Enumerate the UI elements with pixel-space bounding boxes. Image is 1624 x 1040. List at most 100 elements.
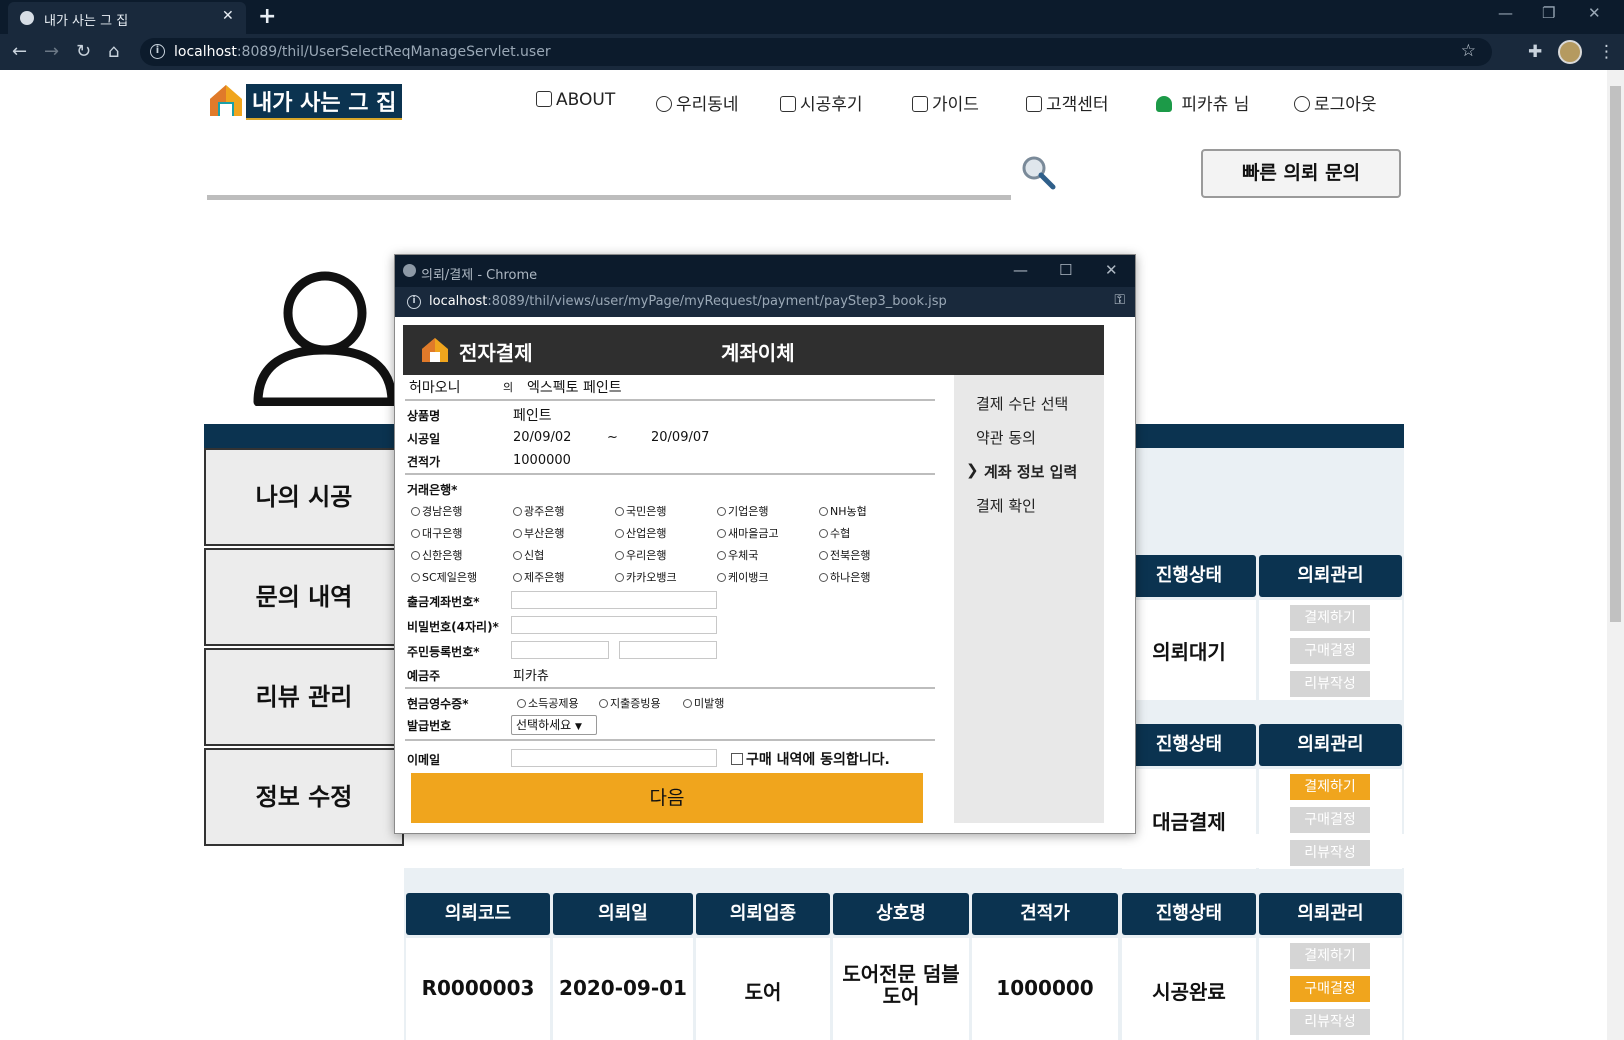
payment-popup-window: 의뢰/결제 - Chrome — ☐ ✕ i localhost:8089/th… bbox=[394, 254, 1136, 834]
extensions-icon[interactable]: ✚ bbox=[1528, 42, 1542, 62]
bank-option[interactable]: SC제일은행 bbox=[411, 569, 477, 585]
menu-icon[interactable]: ⋮ bbox=[1598, 42, 1615, 62]
product-label: 상품명 bbox=[407, 409, 441, 423]
close-icon[interactable]: ✕ bbox=[1105, 261, 1118, 279]
bank-option[interactable]: 신한은행 bbox=[411, 547, 462, 563]
confirm-purchase-button[interactable]: 구매결정 bbox=[1290, 976, 1370, 1002]
nav-user[interactable]: 피카츄 님 bbox=[1156, 90, 1249, 115]
column-header-manage: 의뢰관리 bbox=[1259, 893, 1402, 935]
home-icon[interactable]: ⌂ bbox=[108, 41, 119, 62]
globe-icon bbox=[20, 11, 34, 25]
column-header-price: 견적가 bbox=[972, 893, 1118, 935]
radio-circle bbox=[717, 529, 726, 538]
bank-option[interactable]: 하나은행 bbox=[819, 569, 870, 585]
sidebar-item-my-construction[interactable]: 나의 시공 bbox=[204, 448, 404, 546]
reload-icon[interactable]: ↻ bbox=[76, 41, 91, 62]
bank-option[interactable]: 국민은행 bbox=[615, 503, 666, 519]
next-button[interactable]: 다음 bbox=[411, 773, 923, 823]
bank-option[interactable]: 기업은행 bbox=[717, 503, 768, 519]
bank-option[interactable]: 새마을금고 bbox=[717, 525, 779, 541]
write-review-button[interactable]: 리뷰작성 bbox=[1290, 671, 1370, 697]
bank-option[interactable]: 전북은행 bbox=[819, 547, 870, 563]
search-icon[interactable] bbox=[1020, 154, 1056, 190]
url-field[interactable]: i localhost:8089/thil/UserSelectReqManag… bbox=[140, 38, 1492, 66]
pay-button[interactable]: 결제하기 bbox=[1290, 605, 1370, 631]
tab-title: 내가 사는 그 집 bbox=[44, 14, 129, 29]
account-number-field[interactable] bbox=[511, 591, 717, 609]
bank-option[interactable]: 카카오뱅크 bbox=[615, 569, 677, 585]
seller-name: 엑스펙토 페인트 bbox=[527, 380, 622, 396]
bank-option[interactable]: NH농협 bbox=[819, 503, 867, 519]
user-icon bbox=[1156, 96, 1172, 112]
sidebar-item-edit-info[interactable]: 정보 수정 bbox=[204, 748, 404, 846]
rrn-back-field[interactable] bbox=[619, 641, 717, 659]
radio-circle bbox=[717, 573, 726, 582]
write-review-button[interactable]: 리뷰작성 bbox=[1290, 840, 1370, 866]
popup-title-bar: 의뢰/결제 - Chrome — ☐ ✕ bbox=[395, 255, 1135, 287]
confirm-purchase-button[interactable]: 구매결정 bbox=[1290, 638, 1370, 664]
nav-logout[interactable]: 로그아웃 bbox=[1294, 90, 1377, 115]
receipt-option-deduction[interactable]: 소득공제용 bbox=[517, 695, 579, 711]
profile-avatar[interactable] bbox=[1558, 40, 1582, 64]
pay-button[interactable]: 결제하기 bbox=[1290, 943, 1370, 969]
confirm-purchase-button[interactable]: 구매결정 bbox=[1290, 807, 1370, 833]
sidebar-item-inquiries[interactable]: 문의 내역 bbox=[204, 548, 404, 646]
column-header-code: 의뢰코드 bbox=[406, 893, 550, 935]
bank-option[interactable]: 신협 bbox=[513, 547, 544, 563]
bank-option[interactable]: 수협 bbox=[819, 525, 850, 541]
site-info-icon[interactable]: i bbox=[407, 295, 421, 309]
back-icon[interactable]: ← bbox=[12, 41, 27, 62]
chevron-down-icon: ▼ bbox=[575, 722, 582, 732]
maximize-icon[interactable]: ☐ bbox=[1059, 261, 1072, 279]
key-icon[interactable]: ⚿ bbox=[1114, 292, 1125, 308]
bank-option[interactable]: 케이뱅크 bbox=[717, 569, 768, 585]
nav-support[interactable]: 고객센터 bbox=[1026, 90, 1109, 115]
email-field[interactable] bbox=[511, 749, 717, 767]
receipt-option-expense[interactable]: 지출증빙용 bbox=[599, 695, 661, 711]
write-review-button[interactable]: 리뷰작성 bbox=[1290, 1009, 1370, 1035]
bank-option[interactable]: 부산은행 bbox=[513, 525, 564, 541]
estimate-value: 1000000 bbox=[513, 453, 571, 468]
receipt-label: 현금영수증* bbox=[407, 697, 469, 711]
search-input[interactable] bbox=[207, 195, 1011, 200]
bank-option[interactable]: 제주은행 bbox=[513, 569, 564, 585]
nav-about[interactable]: ABOUT bbox=[536, 90, 615, 110]
pay-button[interactable]: 결제하기 bbox=[1290, 774, 1370, 800]
minimize-icon[interactable]: — bbox=[1013, 261, 1028, 279]
agree-checkbox[interactable]: 구매 내역에 동의합니다. bbox=[731, 749, 890, 769]
bookmark-star-icon[interactable]: ☆ bbox=[1461, 41, 1476, 61]
bank-option[interactable]: 대구은행 bbox=[411, 525, 462, 541]
guide-icon bbox=[912, 96, 928, 112]
issue-number-select[interactable]: 선택하세요 ▼ bbox=[511, 715, 597, 735]
radio-circle bbox=[717, 551, 726, 560]
restore-icon[interactable]: ❐ bbox=[1542, 4, 1555, 22]
password-field[interactable] bbox=[511, 616, 717, 634]
nav-reviews[interactable]: 시공후기 bbox=[780, 90, 863, 115]
receipt-option-none[interactable]: 미발행 bbox=[683, 695, 724, 711]
status-text: 의뢰대기 bbox=[1152, 640, 1226, 664]
minimize-icon[interactable]: — bbox=[1498, 4, 1513, 22]
rrn-front-field[interactable] bbox=[511, 641, 609, 659]
browser-tab[interactable]: 내가 사는 그 집 ✕ bbox=[8, 2, 246, 34]
quick-inquiry-button[interactable]: 빠른 의뢰 문의 bbox=[1201, 149, 1401, 198]
nav-neighborhood[interactable]: 우리동네 bbox=[656, 90, 739, 115]
bank-option[interactable]: 우체국 bbox=[717, 547, 758, 563]
column-header-status: 진행상태 bbox=[1122, 893, 1256, 935]
column-header-status: 진행상태 bbox=[1122, 555, 1256, 597]
scrollbar-thumb[interactable] bbox=[1610, 86, 1621, 622]
bank-option[interactable]: 광주은행 bbox=[513, 503, 564, 519]
bank-option[interactable]: 우리은행 bbox=[615, 547, 666, 563]
email-label: 이메일 bbox=[407, 753, 441, 767]
close-tab-icon[interactable]: ✕ bbox=[222, 8, 234, 24]
forward-icon[interactable]: → bbox=[44, 41, 59, 62]
sidebar-item-reviews[interactable]: 리뷰 관리 bbox=[204, 648, 404, 746]
bank-option[interactable]: 산업은행 bbox=[615, 525, 666, 541]
company-name: 도어전문 덤블도어 bbox=[842, 962, 960, 1008]
nav-guide[interactable]: 가이드 bbox=[912, 90, 979, 115]
window-close-icon[interactable]: ✕ bbox=[1588, 4, 1601, 22]
house-logo-icon bbox=[422, 338, 448, 362]
site-info-icon[interactable]: i bbox=[150, 44, 165, 59]
bank-option[interactable]: 경남은행 bbox=[411, 503, 462, 519]
new-tab-icon[interactable]: + bbox=[258, 4, 276, 29]
column-header-category: 의뢰업종 bbox=[696, 893, 830, 935]
